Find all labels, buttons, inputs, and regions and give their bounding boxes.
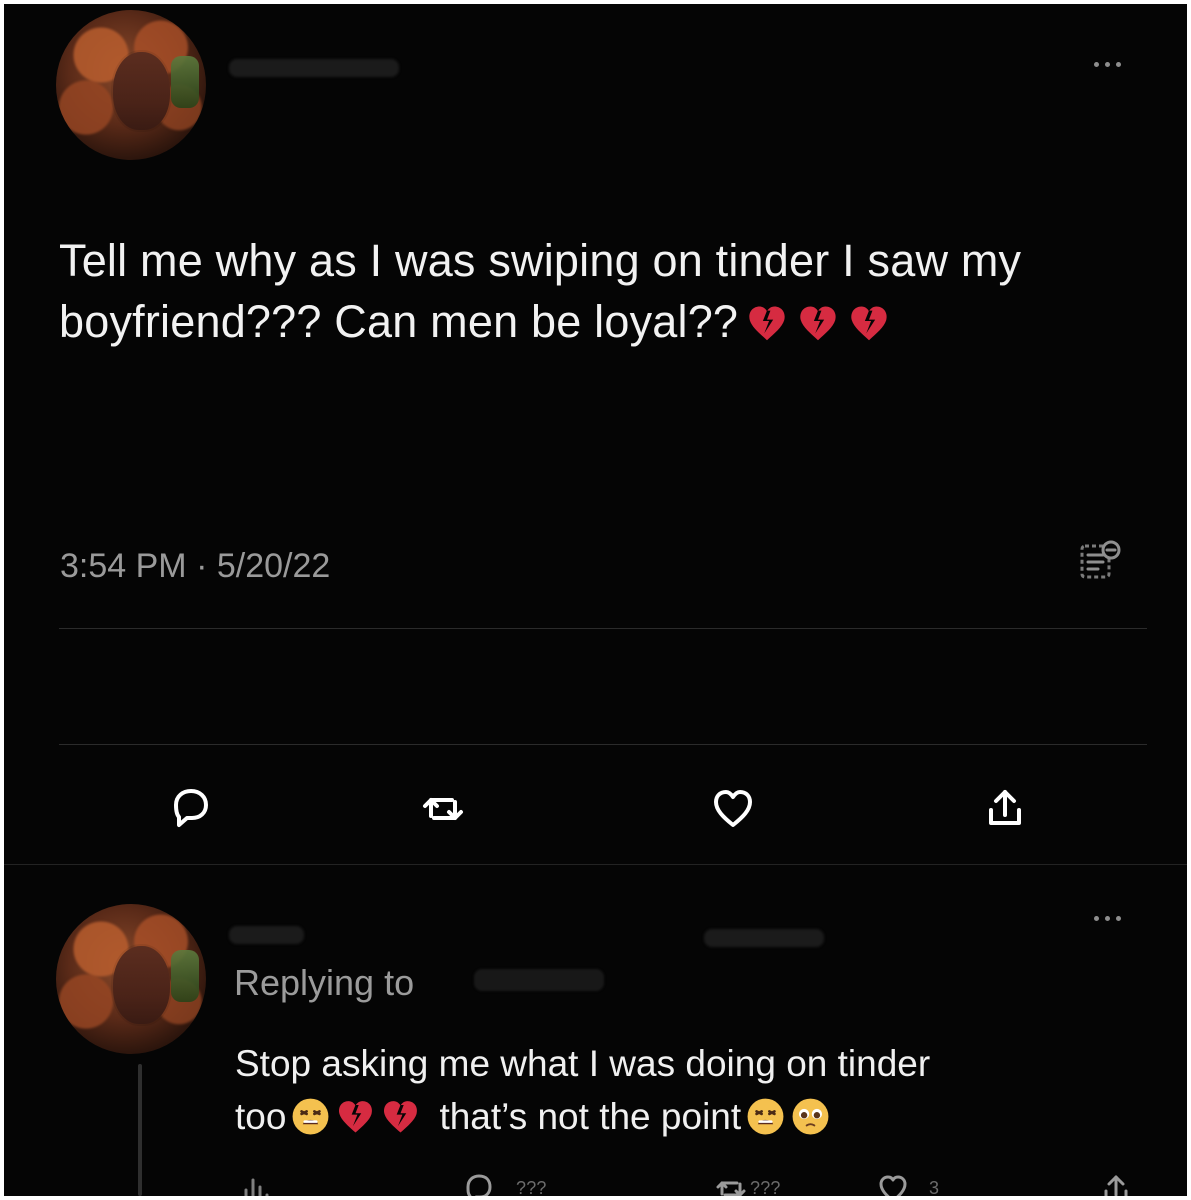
reply-body: Stop asking me what I was doing on tinde…: [235, 1037, 1135, 1143]
reply-count: ???: [516, 1178, 547, 1196]
reply-line-2: too that’s not the point: [235, 1090, 1135, 1143]
reply-line-2-middle: that’s not the point: [439, 1096, 742, 1137]
tired-face-icon: [290, 1096, 331, 1137]
tweet-timestamp: 3:54 PM · 5/20/22: [60, 546, 330, 586]
author-avatar[interactable]: [56, 10, 206, 160]
broken-heart-icon: [796, 301, 840, 345]
share-icon[interactable]: [1099, 1172, 1133, 1196]
share-icon[interactable]: [981, 784, 1029, 832]
tweet-date: 5/20/22: [216, 547, 331, 585]
reply-icon[interactable]: [462, 1172, 496, 1196]
reply-avatar-background-plant: [171, 950, 199, 1002]
broken-heart-icon: [335, 1096, 376, 1137]
reply-avatar-face: [113, 946, 170, 1024]
thread-divider: [4, 864, 1187, 865]
heart-icon[interactable]: [709, 785, 757, 833]
source-icon[interactable]: [1074, 537, 1124, 587]
tweet-time: 3:54 PM: [60, 547, 187, 585]
actions-divider: [59, 744, 1147, 745]
reply-more-dot-3: [1116, 916, 1121, 921]
reply-author-avatar[interactable]: [56, 904, 206, 1054]
avatar-background-plant: [171, 56, 199, 108]
timestamp-divider: [59, 628, 1147, 629]
thread-connector: [138, 1064, 142, 1196]
tired-face-icon: [745, 1096, 786, 1137]
reply-more-dot-1: [1094, 916, 1099, 921]
tweet-body: Tell me why as I was swiping on tinder I…: [59, 230, 1129, 352]
retweet-count: ???: [750, 1178, 781, 1196]
reply-line-1: Stop asking me what I was doing on tinde…: [235, 1043, 931, 1084]
replying-to-handle-placeholder: [474, 969, 604, 991]
replying-to-label: Replying to: [234, 962, 415, 1003]
analytics-icon[interactable]: [240, 1172, 274, 1196]
reply-more-dot-2: [1105, 916, 1110, 921]
tweet-screenshot: Tell me why as I was swiping on tinder I…: [4, 4, 1187, 1196]
broken-heart-icon: [380, 1096, 421, 1137]
reply-author-name-placeholder: [229, 926, 304, 944]
reply-icon[interactable]: [166, 785, 214, 833]
more-options-icon[interactable]: [1094, 62, 1121, 67]
author-name-placeholder: [229, 59, 399, 77]
broken-heart-icon: [745, 301, 789, 345]
like-count: 3: [929, 1178, 940, 1196]
reply-line-2-prefix: too: [235, 1096, 287, 1137]
more-dot-1: [1094, 62, 1099, 67]
reply-more-options-icon[interactable]: [1094, 916, 1121, 921]
tweet-separator: ·: [186, 547, 217, 585]
retweet-icon[interactable]: [419, 785, 467, 833]
broken-heart-icon: [847, 301, 891, 345]
reply-author-handle-placeholder: [704, 929, 824, 947]
more-dot-3: [1116, 62, 1121, 67]
heart-icon[interactable]: [876, 1172, 910, 1196]
retweet-icon[interactable]: [714, 1172, 748, 1196]
more-dot-2: [1105, 62, 1110, 67]
pleading-face-icon: [790, 1096, 831, 1137]
avatar-face: [113, 52, 170, 130]
